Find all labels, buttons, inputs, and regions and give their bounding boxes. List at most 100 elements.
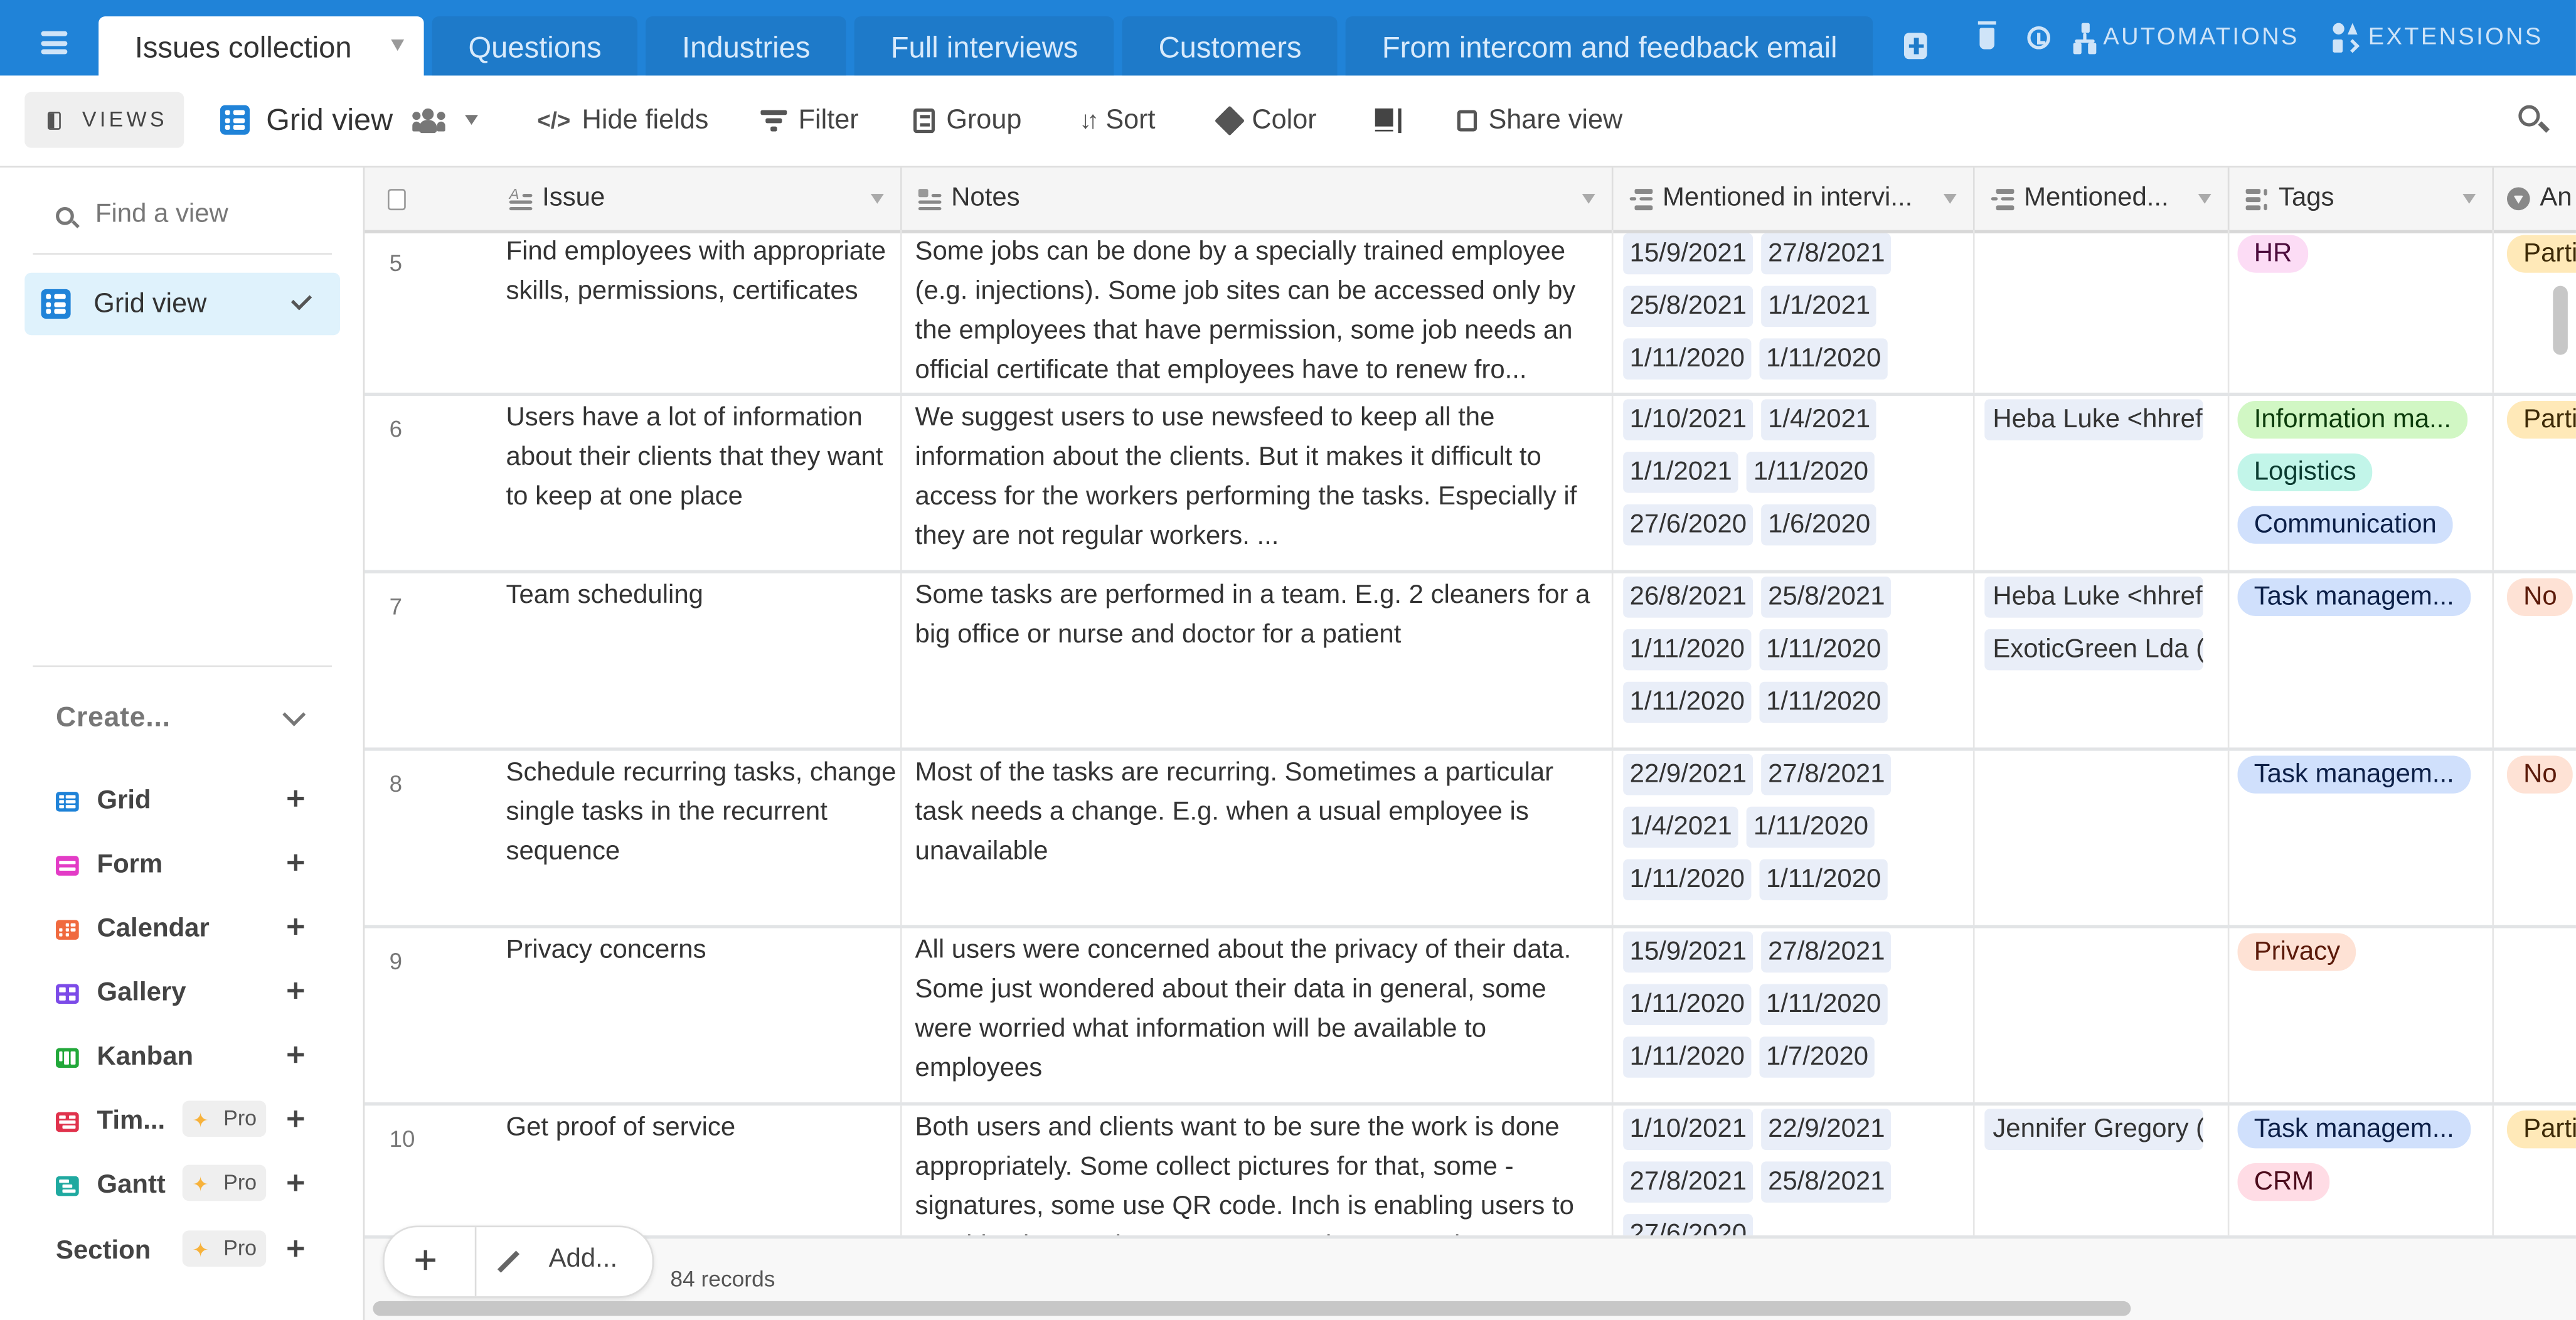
chevron-down-icon[interactable] bbox=[2462, 193, 2476, 204]
date-chip[interactable]: 1/11/2020 bbox=[1623, 629, 1752, 671]
create-gantt-view[interactable]: Gantt ✦ Pro bbox=[56, 1164, 319, 1206]
plus-icon[interactable] bbox=[287, 1240, 304, 1257]
chevron-down-icon[interactable] bbox=[1582, 193, 1595, 204]
chevron-down-icon[interactable] bbox=[465, 115, 479, 125]
mentioned-cell[interactable]: Heba Luke <hhrefr bbox=[1975, 396, 2230, 570]
add-record-button[interactable] bbox=[415, 1250, 435, 1270]
table-row[interactable]: 9 Privacy concerns All users were concerne… bbox=[365, 928, 2576, 1106]
history-icon[interactable] bbox=[2027, 26, 2051, 50]
plus-icon[interactable] bbox=[287, 854, 304, 871]
create-section[interactable]: Section ✦ Pro bbox=[56, 1230, 319, 1272]
date-chip[interactable]: 1/4/2021 bbox=[1623, 806, 1739, 848]
horizontal-scrollbar[interactable] bbox=[373, 1301, 2131, 1316]
date-chip[interactable]: 27/6/2020 bbox=[1623, 504, 1754, 546]
answer-cell[interactable]: No bbox=[2494, 573, 2576, 748]
issue-cell[interactable]: Schedule recurring tasks, change single … bbox=[493, 750, 902, 925]
tags-cell[interactable]: Task managem... bbox=[2229, 573, 2494, 748]
table-row[interactable]: 6 Users have a lot of information about t… bbox=[365, 396, 2576, 573]
chevron-down-icon[interactable] bbox=[282, 703, 306, 727]
table-row[interactable]: 5 Find employees with appropriate skills,… bbox=[365, 230, 2576, 397]
tags-cell[interactable]: Information ma... Logistics Communication bbox=[2229, 396, 2494, 570]
date-chip[interactable]: 15/9/2021 bbox=[1623, 233, 1754, 275]
date-chip[interactable]: 25/8/2021 bbox=[1623, 285, 1754, 327]
date-chip[interactable]: 26/8/2021 bbox=[1623, 577, 1754, 618]
notes-cell[interactable]: All users were concerned about the priva… bbox=[902, 928, 1614, 1103]
notes-cell[interactable]: We suggest users to use newsfeed to keep… bbox=[902, 396, 1614, 570]
trash-icon[interactable] bbox=[1978, 20, 1997, 49]
linked-record-chip[interactable]: Jennifer Gregory (f bbox=[1984, 1109, 2203, 1151]
date-chip[interactable]: 1/11/2020 bbox=[1747, 806, 1875, 848]
plus-icon[interactable] bbox=[287, 918, 304, 935]
date-chip[interactable]: 1/11/2020 bbox=[1623, 984, 1752, 1026]
create-timeline-view[interactable]: Tim... ✦ Pro bbox=[56, 1100, 319, 1142]
date-chip[interactable]: 1/6/2020 bbox=[1761, 504, 1877, 546]
table-row[interactable]: 7 Team scheduling Some tasks are performed… bbox=[365, 573, 2576, 751]
mentioned-cell[interactable] bbox=[1975, 928, 2230, 1103]
date-chip[interactable]: 27/8/2021 bbox=[1761, 753, 1892, 796]
row-height-button[interactable] bbox=[1375, 97, 1416, 142]
column-header-mentioned[interactable]: Mentioned... bbox=[1975, 168, 2230, 230]
automations-button[interactable]: AUTOMATIONS bbox=[2073, 22, 2332, 54]
date-chip[interactable]: 1/11/2020 bbox=[1759, 859, 1888, 900]
tab-from-intercom[interactable]: From intercom and feedback email bbox=[1346, 16, 1874, 76]
tab-full-interviews[interactable]: Full interviews bbox=[854, 16, 1114, 76]
select-all-checkbox[interactable] bbox=[387, 188, 406, 210]
plus-icon[interactable] bbox=[287, 1046, 304, 1063]
notes-cell[interactable]: Most of the tasks are recurring. Sometim… bbox=[902, 750, 1614, 925]
search-icon[interactable] bbox=[2518, 105, 2540, 127]
date-chip[interactable]: 27/8/2021 bbox=[1761, 233, 1892, 275]
date-chip[interactable]: 22/9/2021 bbox=[1623, 753, 1754, 796]
plus-icon[interactable] bbox=[287, 1174, 304, 1191]
date-chip[interactable]: 1/11/2020 bbox=[1623, 1036, 1752, 1078]
column-header-answer[interactable]: An bbox=[2494, 168, 2576, 230]
date-chip[interactable]: 1/11/2020 bbox=[1747, 452, 1875, 493]
tab-customers[interactable]: Customers bbox=[1122, 16, 1338, 76]
create-view-heading[interactable]: Create... bbox=[56, 701, 171, 734]
filter-button[interactable]: Filter bbox=[760, 97, 859, 142]
mentioned-in-interviews-cell[interactable]: 15/9/2021 27/8/2021 25/8/2021 1/1/2021 1/11/… bbox=[1613, 230, 1975, 393]
date-chip[interactable]: 15/9/2021 bbox=[1623, 931, 1754, 973]
tags-cell[interactable]: Task managem... bbox=[2229, 750, 2494, 925]
date-chip[interactable]: 27/8/2021 bbox=[1761, 931, 1892, 973]
column-header-issue[interactable]: A Issue bbox=[493, 168, 902, 230]
chevron-down-icon[interactable] bbox=[2198, 193, 2211, 204]
issue-cell[interactable]: Find employees with appropriate skills, … bbox=[493, 230, 902, 393]
tags-cell[interactable]: HR bbox=[2229, 230, 2494, 393]
extensions-button[interactable]: EXTENSIONS bbox=[2332, 23, 2576, 53]
plus-icon[interactable] bbox=[287, 982, 304, 999]
linked-record-chip[interactable]: ExoticGreen Lda (f bbox=[1984, 629, 2203, 671]
create-grid-view[interactable]: Grid bbox=[56, 782, 319, 821]
issue-cell[interactable]: Users have a lot of information about th… bbox=[493, 396, 902, 570]
share-view-button[interactable]: Share view bbox=[1457, 97, 1622, 142]
answer-cell[interactable]: Parti bbox=[2494, 396, 2576, 570]
date-chip[interactable]: 1/10/2021 bbox=[1623, 399, 1754, 440]
mentioned-cell[interactable] bbox=[1975, 230, 2230, 393]
find-view-input[interactable]: Find a view bbox=[56, 200, 228, 230]
date-chip[interactable]: 27/8/2021 bbox=[1623, 1161, 1754, 1203]
plus-icon[interactable] bbox=[287, 1110, 304, 1127]
column-header-tags[interactable]: Tags bbox=[2229, 168, 2494, 230]
date-chip[interactable]: 1/11/2020 bbox=[1759, 984, 1888, 1026]
mentioned-in-interviews-cell[interactable]: 1/10/2021 1/4/2021 1/1/2021 1/11/2020 27/6/2… bbox=[1613, 396, 1975, 570]
chevron-down-icon[interactable] bbox=[870, 193, 884, 204]
views-toggle-button[interactable]: VIEWS bbox=[24, 92, 184, 148]
linked-record-chip[interactable]: Heba Luke <hhrefr bbox=[1984, 399, 2203, 440]
create-calendar-view[interactable]: Calendar bbox=[56, 910, 319, 950]
group-button[interactable]: Group bbox=[913, 97, 1021, 142]
table-row[interactable]: 8 Schedule recurring tasks, change single… bbox=[365, 750, 2576, 929]
mentioned-in-interviews-cell[interactable]: 22/9/2021 27/8/2021 1/4/2021 1/11/2020 1/11/… bbox=[1613, 750, 1975, 925]
add-button[interactable]: Add... bbox=[549, 1245, 617, 1275]
date-chip[interactable]: 25/8/2021 bbox=[1761, 577, 1892, 618]
mentioned-cell[interactable] bbox=[1975, 750, 2230, 925]
date-chip[interactable]: 1/11/2020 bbox=[1623, 681, 1752, 723]
date-chip[interactable]: 1/4/2021 bbox=[1761, 399, 1877, 440]
date-chip[interactable]: 1/10/2021 bbox=[1623, 1109, 1754, 1151]
tab-issues-collection[interactable]: Issues collection bbox=[98, 16, 424, 76]
hide-fields-button[interactable]: </> Hide fields bbox=[537, 97, 708, 142]
mentioned-in-interviews-cell[interactable]: 26/8/2021 25/8/2021 1/11/2020 1/11/2020 1/11… bbox=[1613, 573, 1975, 748]
mentioned-cell[interactable]: Heba Luke <hhrefr ExoticGreen Lda (f bbox=[1975, 573, 2230, 748]
create-form-view[interactable]: Form bbox=[56, 846, 319, 886]
date-chip[interactable]: 25/8/2021 bbox=[1761, 1161, 1892, 1203]
date-chip[interactable]: 1/11/2020 bbox=[1759, 681, 1888, 723]
column-header-notes[interactable]: Notes bbox=[902, 168, 1614, 230]
